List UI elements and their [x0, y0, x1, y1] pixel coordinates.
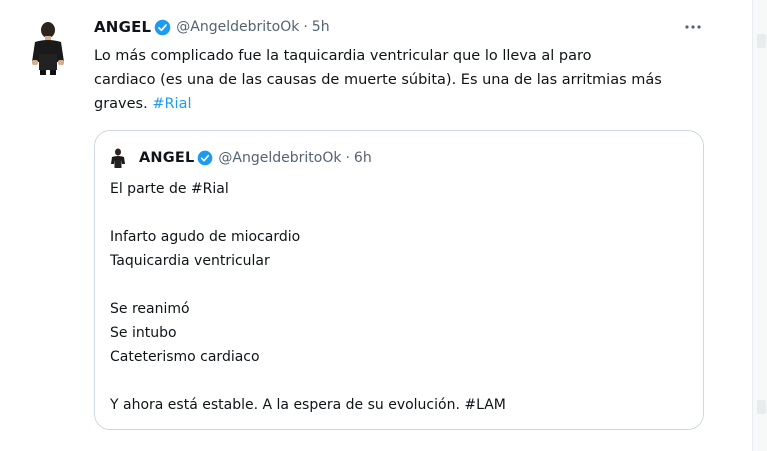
quoted-tweet-timestamp: 6h: [353, 150, 372, 166]
quoted-text-line: [110, 273, 690, 297]
quoted-text-line: Y ahora está estable. A la espera de su …: [110, 397, 506, 413]
quoted-tweet-text: El parte de #Rial Infarto agudo de mioca…: [110, 177, 690, 417]
hashtag-link[interactable]: #Rial: [152, 96, 191, 112]
author-handle[interactable]: @AngeldebritoOk: [176, 19, 299, 35]
quoted-author-handle: @AngeldebritoOk: [218, 150, 342, 166]
quoted-author-avatar: [109, 147, 127, 169]
quoted-text-line: Infarto agudo de miocardio: [110, 229, 301, 245]
verified-badge-icon: [198, 150, 213, 166]
author-avatar[interactable]: [26, 18, 70, 76]
panel-fragment: [757, 400, 766, 414]
more-options-button[interactable]: [680, 16, 706, 38]
quoted-text-line: [110, 369, 690, 393]
quoted-text-line: El parte de #Rial: [110, 181, 229, 197]
tweet-timestamp[interactable]: 5h: [312, 19, 330, 35]
quoted-text-line: Se reanimó: [110, 301, 190, 317]
tweet-text-line: Lo más complicado fue la taquicardia ven…: [94, 48, 592, 64]
adjacent-panel-edge: [752, 0, 767, 451]
verified-badge-icon: [154, 19, 171, 35]
tweet-text-line: graves. #Rial: [94, 92, 714, 116]
tweet-text-segment: graves.: [94, 96, 153, 112]
tweet-text: Lo más complicado fue la taquicardia ven…: [94, 44, 714, 116]
author-name[interactable]: ANGEL: [94, 18, 151, 36]
tweet-text-line: cardiaco (es una de las causas de muerte…: [94, 72, 662, 88]
quoted-text-line: [110, 201, 690, 225]
quoted-tweet-card[interactable]: ANGEL @AngeldebritoOk · 6h El parte de #…: [94, 130, 704, 430]
quoted-text-line: Se intubo: [110, 325, 177, 341]
quoted-author-name: ANGEL: [139, 150, 195, 166]
quoted-text-line: Taquicardia ventricular: [110, 253, 270, 269]
separator-dot: ·: [345, 150, 350, 166]
quoted-tweet-header: ANGEL @AngeldebritoOk · 6h: [139, 148, 372, 168]
tweet-header: ANGEL @AngeldebritoOk · 5h: [94, 17, 330, 37]
panel-fragment: [757, 34, 766, 48]
separator-dot: ·: [303, 19, 308, 35]
quoted-text-line: Cateterismo cardiaco: [110, 349, 260, 365]
more-dots-icon: [685, 25, 701, 29]
